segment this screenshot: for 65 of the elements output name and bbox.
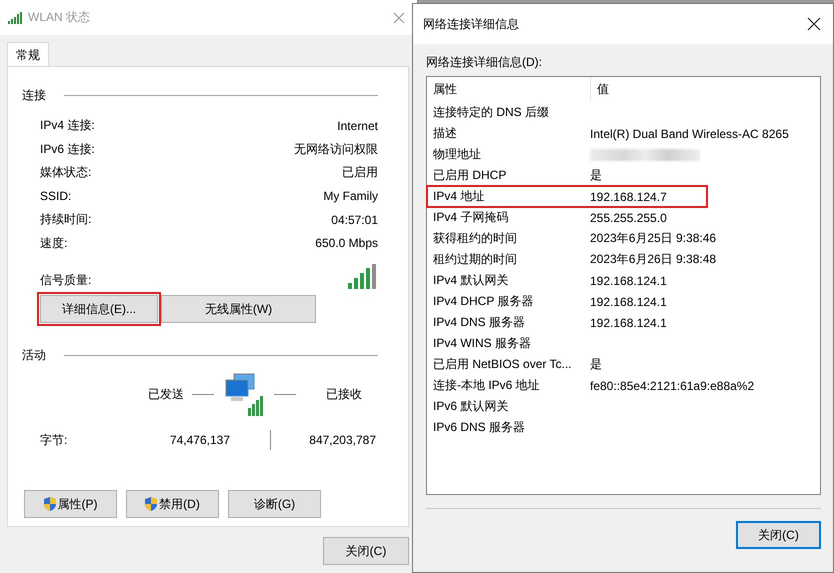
signal-icon [8,12,22,24]
value-cell: 2023年6月25日 9:38:46 [590,230,716,247]
bytes-sent: 74,476,137 [168,433,230,447]
property-cell-text: IPv4 子网掩码 [433,209,510,226]
bytes-received: 847,203,787 [309,433,376,447]
column-header[interactable]: 值 [590,77,609,101]
signal-strength-icon [348,264,378,289]
property-cell-text: 获得租约的时间 [433,230,518,247]
group-heading: 活动 [22,347,46,364]
window-title: 网络连接详细信息 [423,16,520,32]
field-label: SSID: [40,189,72,204]
details-button[interactable]: 详细信息(E)... [40,295,158,323]
property-cell-text: 描述 [433,125,458,142]
field-label: 速度: [40,234,68,252]
field-value: Internet [337,118,378,133]
value-cell: Intel(R) Dual Band Wireless-AC 8265 [590,126,789,140]
property-cell-text: 连接-本地 IPv6 地址 [433,377,541,394]
shield-icon [44,497,56,511]
group-heading: 连接 [22,87,46,104]
value-cell: 192.168.124.1 [590,294,667,308]
window-title: WLAN 状态 [28,9,92,26]
value-cell: fe80::85e4:2121:61a9:e88a%2 [590,378,754,392]
property-cell-text: IPv4 DHCP 服务器 [433,293,534,310]
sent-label: 已发送 [148,386,184,402]
field-value: 650.0 Mbps [315,236,378,250]
field-value: 已启用 [342,164,378,182]
value-cell: 2023年6月26日 9:38:48 [590,251,716,268]
property-cell-text: IPv4 地址 [433,188,486,205]
value-cell: 192.168.124.1 [590,316,667,330]
property-cell-text: 连接特定的 DNS 后缀 [433,104,550,121]
field-value: 无网络访问权限 [294,140,378,158]
field-label: IPv4 连接: [40,117,95,134]
value-cell: 192.168.124.1 [590,274,667,288]
property-cell-text: IPv4 默认网关 [433,272,510,289]
list-label: 网络连接详细信息(D): [426,54,543,71]
property-cell-text: IPv4 WINS 服务器 [433,335,532,352]
shield-icon [145,497,158,511]
diagnose-button[interactable]: 诊断(G) [228,490,321,518]
property-cell-text: 已启用 DHCP [433,167,508,184]
property-cell-text: IPv6 DNS 服务器 [433,419,526,436]
property-cell-text: IPv4 DNS 服务器 [433,314,526,331]
value-cell: 是 [590,356,602,373]
value-cell: 192.168.124.7 [590,190,667,204]
property-cell-text: IPv6 默认网关 [433,398,510,415]
field-value: My Family [323,189,378,204]
received-label: 已接收 [326,386,362,402]
shield-button[interactable]: 属性(P) [24,490,117,518]
property-cell-text: 租约过期的时间 [433,251,518,268]
close-button[interactable]: 关闭(C) [323,537,409,565]
field-label: 媒体状态: [40,164,92,182]
value-cell: 255.255.255.0 [590,210,667,224]
column-header[interactable]: 属性 [433,77,590,101]
close-button[interactable]: 关闭(C) [736,521,821,549]
value-cell: 是 [590,167,602,184]
field-label: 持续时间: [40,211,92,228]
bytes-label: 字节: [40,432,68,448]
general-tab[interactable]: 常规 [7,42,49,66]
property-cell-text: 已启用 NetBIOS over Tc... [433,356,572,373]
field-label: IPv6 连接: [40,140,95,158]
field-value: 04:57:01 [331,212,378,227]
close-icon[interactable] [807,17,821,31]
field-label: 信号质量: [40,272,92,289]
wireless-properties-button[interactable]: 无线属性(W) [161,295,316,323]
property-cell-text: 物理地址 [433,146,482,163]
shield-button[interactable]: 禁用(D) [126,490,219,518]
